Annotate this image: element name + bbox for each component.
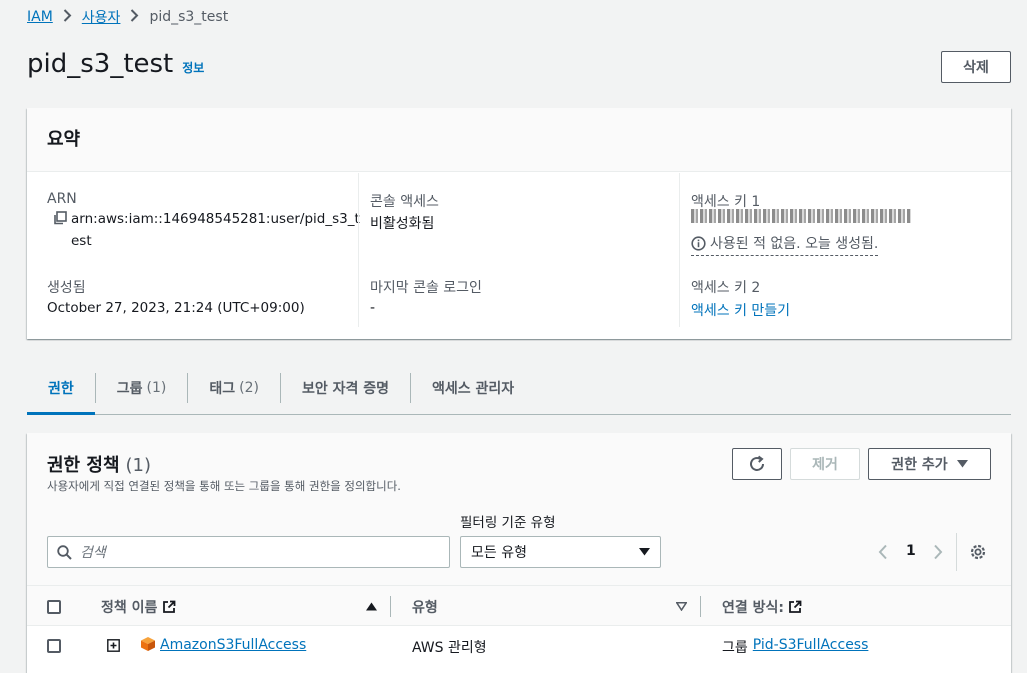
pagination-divider — [956, 533, 957, 571]
summary-column-3: 액세스 키 1 사용된 적 없음. 오늘 생성됨. 액세스 키 2 액세스 키 … — [679, 173, 999, 327]
arn-label: ARN — [47, 191, 77, 207]
arn-value-line1: arn:aws:iam::146948545281:user/pid_s3_t — [71, 211, 360, 227]
permissions-header: 권한 정책 (1) 사용자에게 직접 연결된 정책을 통해 또는 그룹을 통해 … — [27, 433, 1011, 585]
column-label: 정책 이름 — [101, 599, 158, 616]
search-input[interactable]: 검색 — [47, 536, 450, 568]
chevron-right-icon — [130, 8, 139, 26]
remove-button[interactable]: 제거 — [790, 448, 860, 480]
copy-icon[interactable] — [53, 211, 67, 229]
attached-group-link[interactable]: Pid-S3FullAccess — [753, 637, 869, 657]
info-link[interactable]: 정보 — [182, 59, 204, 76]
access-key-1-note: 사용된 적 없음. 오늘 생성됨. — [710, 236, 879, 252]
created-value: October 27, 2023, 21:24 (UTC+09:00) — [47, 300, 305, 316]
tab-tags[interactable]: 태그 (2) — [188, 362, 280, 414]
arn-value-line2: est — [71, 233, 92, 249]
permissions-count: (1) — [125, 455, 152, 476]
caret-down-icon — [639, 548, 650, 556]
settings-gear-icon[interactable] — [969, 543, 987, 565]
permissions-description: 사용자에게 직접 연결된 정책을 통해 또는 그룹을 통해 권한을 정의합니다. — [47, 479, 401, 493]
expand-plus-icon[interactable] — [107, 639, 120, 656]
info-circle-icon — [691, 235, 706, 251]
refresh-icon — [748, 455, 766, 473]
attached-via: 그룹 Pid-S3FullAccess — [722, 637, 868, 657]
permissions-title-row: 권한 정책 (1) — [47, 451, 151, 477]
last-login-label: 마지막 콘솔 로그인 — [370, 280, 482, 296]
tab-access-advisor[interactable]: 액세스 관리자 — [411, 362, 535, 414]
column-divider — [700, 596, 701, 617]
chevron-right-icon — [63, 8, 72, 26]
sort-ascending-icon[interactable] — [366, 586, 377, 627]
tab-bar: 권한 그룹 (1) 태그 (2) 보안 자격 증명 액세스 관리자 — [27, 362, 1011, 415]
access-key-2-label: 액세스 키 2 — [691, 280, 761, 296]
tab-label: 액세스 관리자 — [432, 381, 515, 397]
filter-type-label: 필터링 기준 유형 — [460, 515, 556, 531]
permissions-title: 권한 정책 — [47, 455, 120, 476]
chevron-right-icon[interactable] — [933, 544, 943, 564]
breadcrumb-current: pid_s3_test — [149, 9, 229, 25]
column-divider — [390, 596, 391, 617]
tab-groups[interactable]: 그룹 (1) — [96, 362, 188, 414]
aws-managed-policy-icon — [140, 636, 156, 656]
summary-column-2: 콘솔 액세스 비활성화됨 마지막 콘솔 로그인 - — [358, 173, 680, 327]
console-access-label: 콘솔 액세스 — [370, 194, 439, 210]
breadcrumb-iam[interactable]: IAM — [27, 9, 53, 25]
column-policy-name[interactable]: 정책 이름 — [101, 586, 176, 627]
summary-column-1: ARN arn:aws:iam::146948545281:user/pid_s… — [47, 173, 360, 327]
tab-security-credentials[interactable]: 보안 자격 증명 — [281, 362, 410, 414]
sort-descending-icon[interactable] — [676, 586, 687, 627]
tab-label: 보안 자격 증명 — [301, 381, 390, 397]
access-key-1-label: 액세스 키 1 — [691, 194, 761, 210]
search-icon — [57, 544, 72, 560]
add-permissions-button[interactable]: 권한 추가 — [868, 448, 991, 480]
filter-type-value: 모든 유형 — [471, 545, 527, 561]
search-placeholder: 검색 — [80, 545, 106, 561]
row-checkbox[interactable] — [47, 639, 61, 653]
attached-via-prefix: 그룹 — [722, 640, 748, 656]
policy-type: AWS 관리형 — [412, 640, 487, 656]
tab-label: 권한 — [48, 381, 74, 397]
external-link-icon — [162, 600, 176, 614]
tab-label: 태그 — [209, 381, 236, 397]
create-access-key-link[interactable]: 액세스 키 만들기 — [691, 300, 790, 320]
summary-title: 요약 — [27, 108, 1011, 172]
tab-count: (2) — [239, 380, 259, 396]
table-row: AmazonS3FullAccess AWS 관리형 그룹 Pid-S3Full… — [27, 626, 1011, 666]
tab-label: 그룹 — [116, 381, 143, 397]
summary-panel: 요약 ARN arn:aws:iam::146948545281:user/pi… — [27, 108, 1011, 339]
column-label: 연결 방식: — [722, 599, 784, 616]
column-attached-via[interactable]: 연결 방식: — [722, 586, 802, 627]
access-key-1-masked — [691, 209, 911, 227]
breadcrumb-users[interactable]: 사용자 — [82, 7, 121, 27]
filter-type-select[interactable]: 모든 유형 — [460, 536, 661, 568]
page-title: pid_s3_test — [27, 49, 174, 79]
tab-count: (1) — [146, 380, 167, 396]
created-label: 생성됨 — [47, 280, 86, 296]
external-link-icon — [788, 600, 802, 614]
caret-down-icon — [956, 460, 968, 468]
page-title-row: pid_s3_test 정보 — [27, 49, 204, 79]
table-header: 정책 이름 유형 연결 방식: — [27, 585, 1011, 626]
delete-button[interactable]: 삭제 — [941, 51, 1011, 83]
refresh-button[interactable] — [732, 448, 782, 480]
policy-name-link[interactable]: AmazonS3FullAccess — [160, 637, 306, 653]
console-access-value: 비활성화됨 — [370, 216, 435, 232]
chevron-left-icon[interactable] — [878, 544, 888, 564]
permissions-panel: 권한 정책 (1) 사용자에게 직접 연결된 정책을 통해 또는 그룹을 통해 … — [27, 433, 1011, 673]
add-permissions-label: 권한 추가 — [891, 457, 948, 473]
last-login-value: - — [370, 300, 376, 316]
breadcrumb: IAM 사용자 pid_s3_test — [27, 7, 228, 27]
tab-permissions[interactable]: 권한 — [27, 362, 95, 415]
page-number[interactable]: 1 — [906, 543, 916, 559]
select-all-checkbox[interactable] — [47, 586, 61, 627]
column-type[interactable]: 유형 — [412, 586, 438, 627]
access-key-1-status[interactable]: 사용된 적 없음. 오늘 생성됨. — [691, 233, 879, 256]
